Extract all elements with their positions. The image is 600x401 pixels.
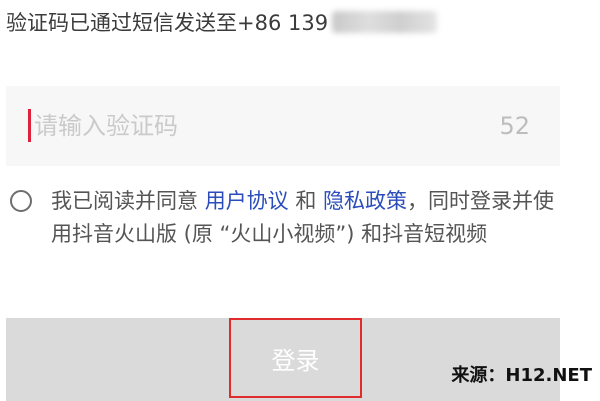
agree-radio-button[interactable] xyxy=(10,190,32,212)
text-cursor xyxy=(28,109,31,142)
login-button[interactable]: 登录 xyxy=(6,318,560,401)
redacted-phone-number xyxy=(332,11,438,33)
agreement-text: 我已阅读并同意 用户协议 和 隐私政策，同时登录并使用抖音火山版 (原 “火山小… xyxy=(51,185,571,251)
source-watermark: 来源：H12.NET xyxy=(451,365,592,386)
resend-countdown: 52 xyxy=(499,112,530,140)
privacy-policy-link[interactable]: 隐私政策 xyxy=(323,189,407,213)
verification-code-field[interactable]: 52 xyxy=(6,86,560,166)
user-agreement-link[interactable]: 用户协议 xyxy=(205,189,289,213)
sms-sent-notice: 验证码已通过短信发送至+86 139 xyxy=(6,6,438,38)
login-button-label: 登录 xyxy=(229,318,362,398)
agreement-prefix: 我已阅读并同意 xyxy=(51,189,205,213)
sms-sent-text: 验证码已通过短信发送至+86 139 xyxy=(6,11,329,35)
verification-code-input[interactable] xyxy=(34,106,474,146)
agreement-and: 和 xyxy=(288,189,324,213)
